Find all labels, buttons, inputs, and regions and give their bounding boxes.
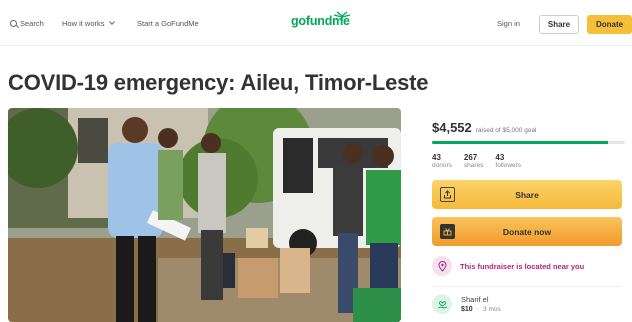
donor-amount: $10 — [461, 306, 473, 313]
campaign-stats: 43 donors 267 shares 43 followers — [432, 153, 521, 169]
separator-dot: · — [476, 306, 480, 313]
donate-now-label: Donate now — [502, 226, 552, 237]
stat-number: 43 — [432, 153, 441, 162]
sign-in-link[interactable]: Sign in — [497, 19, 520, 28]
stat-number: 43 — [495, 153, 505, 162]
location-notice: This fundraiser is located near you — [432, 255, 622, 277]
start-gofundme-link[interactable]: Start a GoFundMe — [137, 19, 199, 28]
heart-hand-icon — [432, 294, 452, 314]
raised-summary: $4,552 raised of $5,000 goal — [432, 120, 536, 135]
divider — [432, 286, 622, 287]
share-button-nav[interactable]: Share — [539, 15, 579, 34]
stat-number: 267 — [463, 153, 478, 162]
page-title: COVID-19 emergency: Aileu, Timor-Leste — [8, 70, 429, 95]
donation-card: $4,552 raised of $5,000 goal 43 donors 2… — [418, 108, 632, 322]
how-it-works-menu[interactable]: How it works — [62, 19, 115, 28]
share-icon — [440, 187, 455, 202]
progress-bar — [432, 141, 625, 144]
search-label: Search — [20, 19, 44, 28]
location-icon — [432, 256, 452, 276]
donor-name: Sharif el — [461, 295, 489, 304]
donor-info: Sharif el $10 · 3 mos — [461, 295, 501, 313]
donor-item: Sharif el $10 · 3 mos — [432, 294, 501, 314]
progress-fill — [432, 141, 608, 144]
campaign-photo — [8, 108, 401, 322]
chevron-down-icon — [108, 19, 115, 25]
how-it-works-label: How it works — [62, 19, 105, 28]
donor-time: 3 mos — [483, 306, 501, 313]
campaign-photo-image — [8, 108, 401, 322]
stat-label: shares — [463, 162, 484, 169]
search-icon — [10, 20, 17, 27]
donate-now-button[interactable]: Donate now — [432, 217, 622, 246]
stat-donors[interactable]: 43 donors — [432, 153, 452, 169]
start-gofundme-label: Start a GoFundMe — [137, 19, 199, 28]
share-button[interactable]: Share — [432, 180, 622, 209]
search-link[interactable]: Search — [10, 19, 44, 28]
stat-followers: 43 followers — [495, 153, 521, 169]
share-button-label: Share — [515, 189, 539, 200]
stat-label: followers — [495, 162, 522, 169]
donate-button-nav[interactable]: Donate — [587, 15, 632, 34]
stat-shares: 267 shares — [464, 153, 484, 169]
location-notice-text: This fundraiser is located near you — [460, 261, 585, 271]
stat-label: donors — [432, 162, 452, 169]
goal-text: raised of $5,000 goal — [475, 127, 537, 134]
top-navigation: Search How it works Start a GoFundMe gof… — [0, 0, 632, 46]
logo-sprout-icon — [333, 11, 351, 21]
gift-icon — [440, 224, 455, 239]
raised-amount: $4,552 — [432, 120, 472, 135]
gofundme-logo[interactable]: gofundme — [291, 11, 351, 28]
donor-details: $10 · 3 mos — [461, 306, 501, 313]
